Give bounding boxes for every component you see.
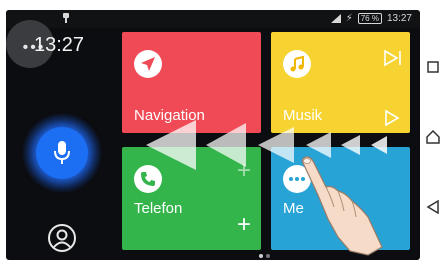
music-note-icon bbox=[283, 50, 311, 78]
voice-button-glow bbox=[22, 113, 102, 193]
add-icon-faint: + bbox=[237, 157, 252, 184]
tile-more-label: Me bbox=[283, 200, 304, 217]
clock: 13:27 bbox=[34, 34, 85, 56]
page-dot bbox=[266, 254, 270, 258]
tile-phone[interactable]: Telefon + + bbox=[122, 147, 261, 250]
skip-next-icon[interactable] bbox=[383, 49, 403, 67]
notification-icon bbox=[62, 13, 70, 26]
tile-music-label: Musik bbox=[283, 107, 323, 124]
tile-phone-label: Telefon bbox=[134, 200, 183, 217]
profile-icon[interactable] bbox=[47, 223, 77, 253]
back-icon[interactable] bbox=[426, 200, 440, 214]
tile-music[interactable]: Musik bbox=[271, 32, 410, 133]
system-navigation-bar bbox=[420, 0, 445, 264]
navigation-arrow-icon bbox=[134, 50, 162, 78]
status-time: 13:27 bbox=[386, 13, 412, 24]
page-indicator bbox=[259, 254, 270, 258]
signal-icon bbox=[330, 14, 341, 23]
battery-indicator: 76 % bbox=[357, 13, 382, 24]
add-contact-icon[interactable]: + bbox=[237, 213, 251, 237]
voice-assistant-button[interactable] bbox=[36, 127, 88, 179]
microphone-icon bbox=[54, 141, 70, 164]
page-dot-active bbox=[259, 254, 263, 258]
left-panel: ••• 13:27 bbox=[6, 20, 116, 260]
device-frame: ⚡ 76 % 13:27 ••• 13:27 Navigation Musik … bbox=[0, 0, 445, 264]
charging-icon: ⚡ bbox=[345, 13, 353, 24]
phone-icon bbox=[134, 165, 162, 193]
head-unit-screen: ⚡ 76 % 13:27 ••• 13:27 Navigation Musik … bbox=[6, 10, 420, 260]
recents-icon[interactable] bbox=[426, 60, 440, 74]
status-bar: ⚡ 76 % 13:27 bbox=[6, 10, 420, 28]
tile-navigation[interactable]: Navigation bbox=[122, 32, 261, 133]
more-dots-icon bbox=[283, 165, 311, 193]
tile-more[interactable]: Me bbox=[271, 147, 410, 250]
tile-navigation-label: Navigation bbox=[134, 107, 205, 124]
play-icon[interactable] bbox=[383, 109, 401, 127]
home-icon[interactable] bbox=[426, 130, 440, 144]
